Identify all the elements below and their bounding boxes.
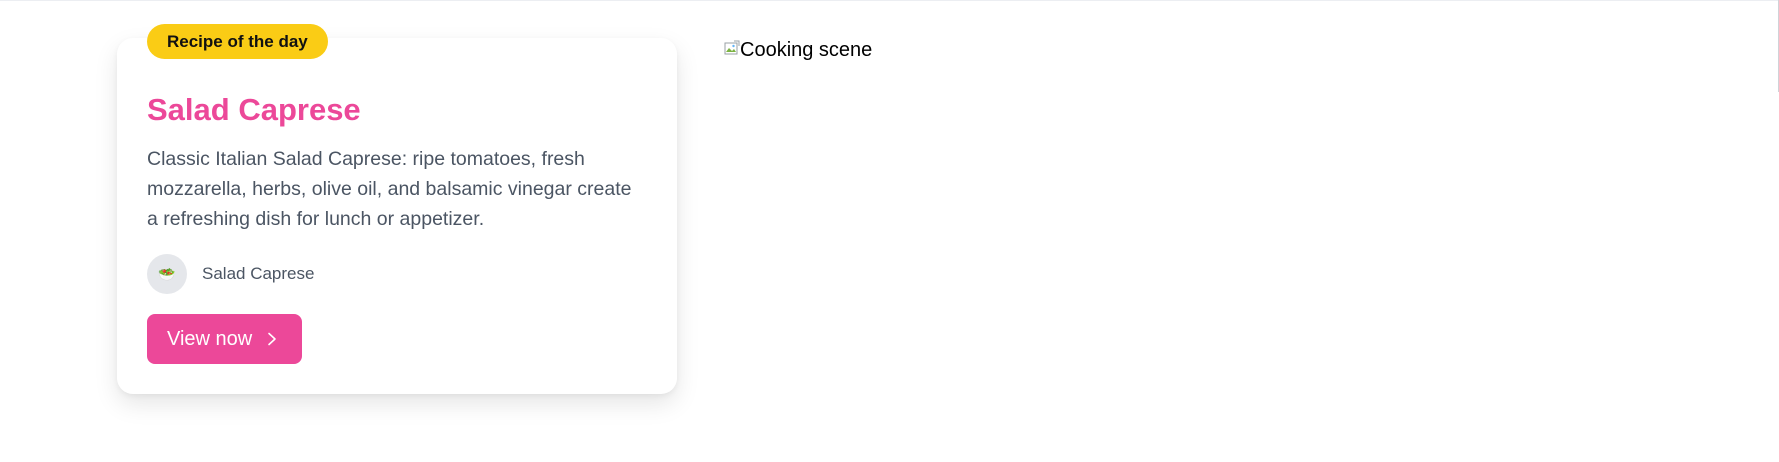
image-alt-text: Cooking scene [740, 39, 873, 61]
broken-image-icon [724, 40, 740, 56]
top-divider [0, 0, 1779, 1]
recipe-author: 🥗 Salad Caprese [147, 254, 314, 294]
avatar: 🥗 [147, 254, 187, 294]
recipe-description: Classic Italian Salad Caprese: ripe toma… [147, 148, 632, 230]
cooking-scene-image: Cooking scene [724, 38, 872, 62]
recipe-title: Salad Caprese [147, 92, 361, 127]
chevron-right-icon [266, 332, 278, 346]
recipe-of-day-badge: Recipe of the day [147, 24, 328, 59]
author-name: Salad Caprese [202, 264, 315, 283]
view-now-button[interactable]: View now [147, 314, 302, 364]
view-now-label: View now [167, 327, 253, 350]
salad-icon: 🥗 [158, 265, 176, 282]
